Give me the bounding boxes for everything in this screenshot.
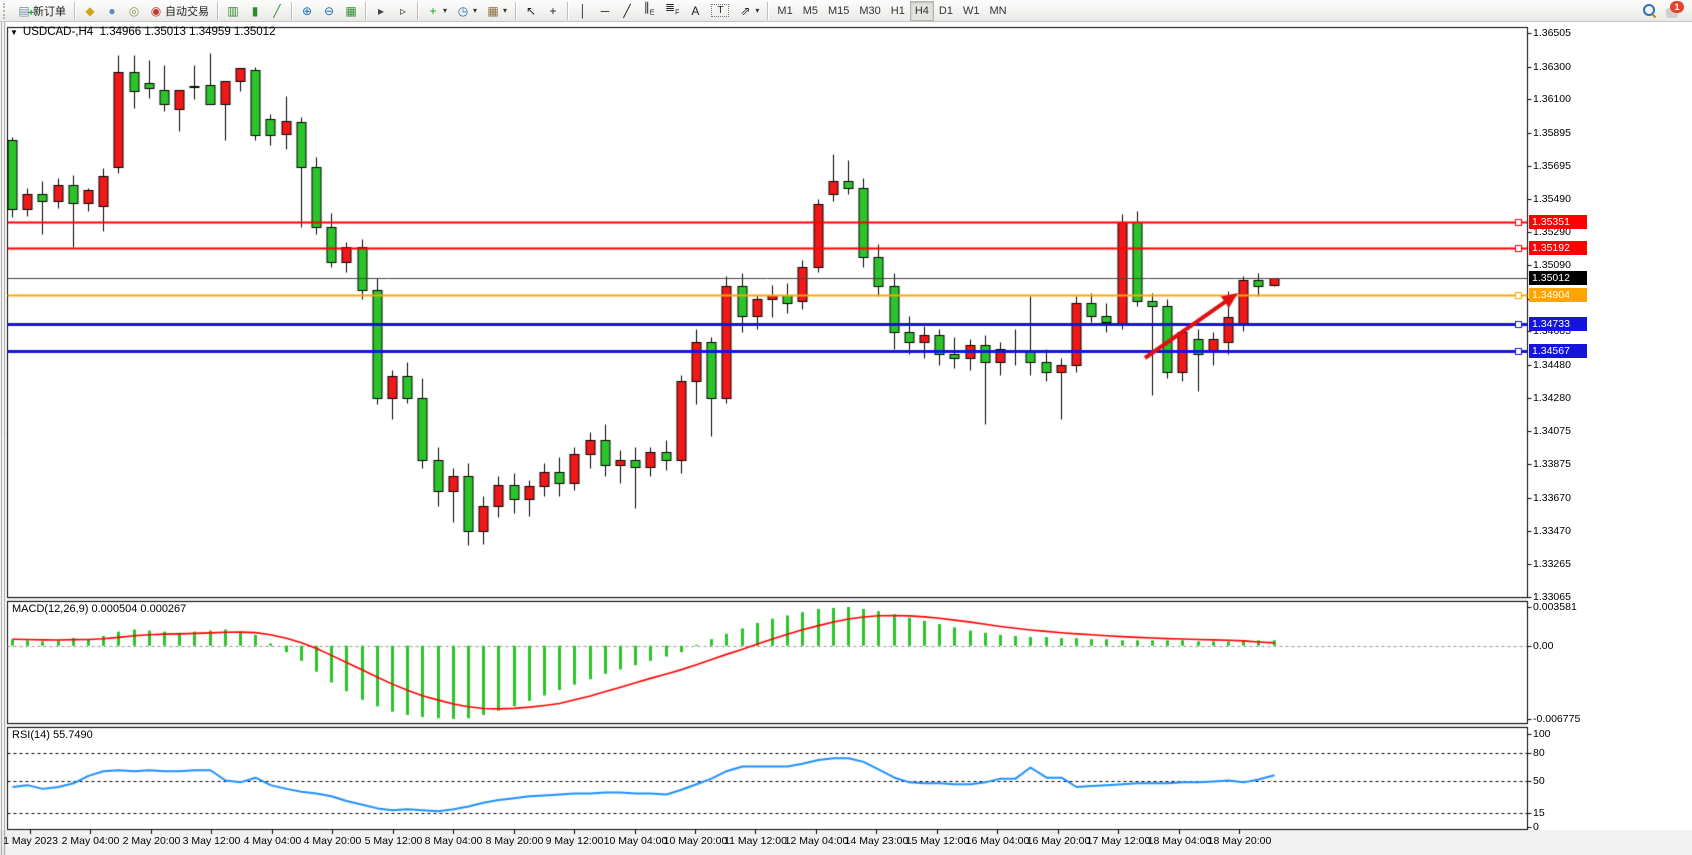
horizontal-line-icon: ─ (599, 5, 611, 17)
indicators-icon: + (427, 5, 439, 17)
cursor-button[interactable]: ↖ (520, 1, 542, 21)
text-label-button[interactable]: T (706, 1, 734, 21)
line-chart-button[interactable]: ╱ (266, 1, 288, 21)
candlestick-chart[interactable] (0, 22, 1692, 855)
chevron-down-icon: ▾ (503, 6, 507, 15)
auto-trading-label: 自动交易 (165, 3, 209, 19)
trendline-button[interactable]: ╱ (616, 1, 638, 21)
timeframe-mn-button[interactable]: MN (984, 1, 1011, 21)
timeframe-m5-button[interactable]: M5 (798, 1, 823, 21)
fibonacci-button[interactable]: ≣F (660, 1, 684, 21)
timeframe-m30-button[interactable]: M30 (854, 1, 885, 21)
horizontal-line-button[interactable]: ─ (594, 1, 616, 21)
signals-button[interactable]: ◎ (123, 1, 145, 21)
vertical-line-icon: │ (577, 5, 589, 17)
templates-icon: ▦ (487, 5, 499, 17)
notification-badge: 1 (1670, 1, 1684, 13)
arrows-icon: ⇗ (739, 5, 751, 17)
auto-trading-icon: ◉ (150, 5, 162, 17)
timeframe-h4-button[interactable]: H4 (910, 1, 934, 21)
crosshair-button[interactable]: + (542, 1, 564, 21)
timeframe-d1-button[interactable]: D1 (934, 1, 958, 21)
new-order-label: 新订单 (33, 3, 66, 19)
new-order-button[interactable]: ▤+新订单 (13, 1, 71, 21)
toolbar-separator (567, 2, 569, 20)
chevron-down-icon: ▾ (473, 6, 477, 15)
timeframe-h1-button[interactable]: H1 (886, 1, 910, 21)
toolbar-right: 1 (1643, 4, 1692, 18)
text-button[interactable]: A (684, 1, 706, 21)
profiles-button[interactable]: ◆ (79, 1, 101, 21)
toolbar: ▤+新订单◆●◎◉自动交易▥▮╱⊕⊖▦▸▹+▾◷▾▦▾↖+│─╱∥E≣FAT⇗▾… (0, 0, 1692, 22)
toolbar-separator (217, 2, 219, 20)
bar-chart-icon: ▥ (227, 5, 239, 17)
toolbar-grip (3, 3, 10, 19)
text-label-icon: T (711, 4, 729, 17)
chart-window: ▼USDCAD-,H4 1.34966 1.35013 1.34959 1.35… (0, 22, 1692, 855)
bar-chart-button[interactable]: ▥ (222, 1, 244, 21)
search-button[interactable] (1643, 4, 1656, 17)
toolbar-buttons: ▤+新订单◆●◎◉自动交易▥▮╱⊕⊖▦▸▹+▾◷▾▦▾↖+│─╱∥E≣FAT⇗▾ (13, 1, 772, 21)
templates-button[interactable]: ▦▾ (482, 1, 512, 21)
auto-scroll-icon: ▸ (375, 5, 387, 17)
auto-scroll-button[interactable]: ▸ (370, 1, 392, 21)
indicators-button[interactable]: +▾ (422, 1, 452, 21)
equidistant-channel-button[interactable]: ∥E (638, 1, 660, 21)
zoom-out-icon: ⊖ (323, 5, 335, 17)
timeframe-w1-button[interactable]: W1 (958, 1, 985, 21)
chevron-down-icon: ▾ (755, 6, 759, 15)
text-icon: A (689, 5, 701, 17)
trendline-icon: ╱ (621, 5, 633, 17)
toolbar-separator (291, 2, 293, 20)
timeframe-toolbar: M1M5M15M30H1H4D1W1MN (772, 1, 1011, 21)
crosshair-icon: + (547, 5, 559, 17)
line-chart-icon: ╱ (271, 5, 283, 17)
candlestick-chart-icon: ▮ (249, 5, 261, 17)
tile-windows-icon: ▦ (345, 5, 357, 17)
timeframe-m15-button[interactable]: M15 (823, 1, 854, 21)
market-watch-button[interactable]: ● (101, 1, 123, 21)
profiles-icon: ◆ (84, 5, 96, 17)
zoom-out-button[interactable]: ⊖ (318, 1, 340, 21)
zoom-in-button[interactable]: ⊕ (296, 1, 318, 21)
toolbar-separator (74, 2, 76, 20)
chevron-down-icon: ▾ (443, 6, 447, 15)
signals-icon: ◎ (128, 5, 140, 17)
equidistant-channel-icon: ∥E (643, 1, 655, 19)
toolbar-separator (515, 2, 517, 20)
toolbar-separator (365, 2, 367, 20)
chart-shift-button[interactable]: ▹ (392, 1, 414, 21)
periods-icon: ◷ (457, 5, 469, 17)
periods-button[interactable]: ◷▾ (452, 1, 482, 21)
toolbar-separator (417, 2, 419, 20)
tile-windows-button[interactable]: ▦ (340, 1, 362, 21)
cursor-icon: ↖ (525, 5, 537, 17)
arrows-button[interactable]: ⇗▾ (734, 1, 764, 21)
chart-shift-icon: ▹ (397, 5, 409, 17)
new-order-icon: ▤+ (18, 5, 30, 17)
toolbar-separator (767, 2, 769, 20)
timeframe-m1-button[interactable]: M1 (772, 1, 797, 21)
candlestick-chart-button[interactable]: ▮ (244, 1, 266, 21)
fibonacci-icon: ≣F (665, 1, 679, 19)
auto-trading-button[interactable]: ◉自动交易 (145, 1, 214, 21)
mt4-application: ▤+新订单◆●◎◉自动交易▥▮╱⊕⊖▦▸▹+▾◷▾▦▾↖+│─╱∥E≣FAT⇗▾… (0, 0, 1692, 855)
vertical-line-button[interactable]: │ (572, 1, 594, 21)
market-watch-icon: ● (106, 5, 118, 17)
notifications-button[interactable]: 1 (1666, 4, 1682, 18)
zoom-in-icon: ⊕ (301, 5, 313, 17)
